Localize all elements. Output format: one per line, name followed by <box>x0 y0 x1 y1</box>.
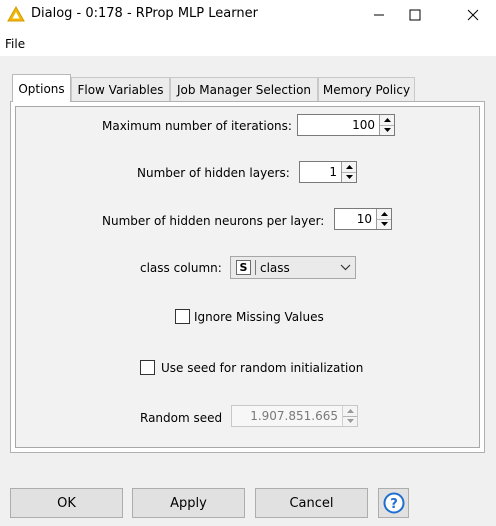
arrow-down-icon <box>380 222 388 227</box>
tab-memory-policy[interactable]: Memory Policy <box>318 77 415 101</box>
increment-button[interactable] <box>377 209 391 219</box>
arrow-up-icon <box>346 408 354 413</box>
cancel-button[interactable]: Cancel <box>255 488 368 518</box>
help-icon: ? <box>383 492 404 514</box>
close-button[interactable] <box>450 0 496 30</box>
menu-bar: File <box>0 30 496 56</box>
arrow-down-icon <box>345 175 353 180</box>
arrow-down-icon <box>383 128 391 133</box>
max-iterations-spinner[interactable]: 100 <box>297 114 395 136</box>
combo-separator <box>255 260 256 275</box>
decrement-button[interactable] <box>342 171 356 182</box>
string-type-icon: S <box>236 260 251 275</box>
arrow-up-icon <box>383 117 391 122</box>
close-icon <box>467 9 479 21</box>
random-seed-spinner[interactable]: 1.907.851.665 <box>231 405 358 427</box>
random-seed-value[interactable]: 1.907.851.665 <box>232 406 342 426</box>
maximize-icon <box>409 9 421 21</box>
class-column-value: class <box>260 260 290 275</box>
random-seed-label: Random seed <box>140 411 223 425</box>
window-title: Dialog - 0:178 - RProp MLP Learner <box>31 6 258 21</box>
tab-job-manager-selection[interactable]: Job Manager Selection <box>170 77 318 101</box>
class-column-select[interactable]: S class <box>230 256 356 279</box>
hidden-layers-label: Number of hidden layers: <box>137 166 290 180</box>
use-seed-checkbox[interactable] <box>140 360 155 375</box>
hidden-neurons-label: Number of hidden neurons per layer: <box>102 214 325 228</box>
chevron-down-icon <box>335 264 355 271</box>
tab-flow-variables[interactable]: Flow Variables <box>71 77 170 101</box>
title-bar: Dialog - 0:178 - RProp MLP Learner <box>0 0 496 30</box>
hidden-neurons-value[interactable]: 10 <box>335 209 376 229</box>
hidden-layers-value[interactable]: 1 <box>300 162 341 182</box>
maximize-button[interactable] <box>392 0 438 30</box>
hidden-neurons-spinner[interactable]: 10 <box>334 208 392 230</box>
help-button[interactable]: ? <box>378 488 409 518</box>
svg-text:?: ? <box>390 497 398 512</box>
use-seed-label[interactable]: Use seed for random initialization <box>161 361 363 375</box>
ignore-missing-label[interactable]: Ignore Missing Values <box>194 310 324 324</box>
decrement-button[interactable] <box>343 415 357 426</box>
apply-button[interactable]: Apply <box>132 488 245 518</box>
minimize-icon <box>374 14 384 16</box>
arrow-up-icon <box>380 211 388 216</box>
ok-button[interactable]: OK <box>10 488 123 518</box>
max-iterations-label: Maximum number of iterations: <box>102 119 292 133</box>
increment-button[interactable] <box>380 115 394 125</box>
hidden-layers-spinner[interactable]: 1 <box>299 161 357 183</box>
increment-button[interactable] <box>342 162 356 172</box>
class-column-label: class column: <box>140 261 222 275</box>
tab-options[interactable]: Options <box>12 74 71 102</box>
ignore-missing-checkbox[interactable] <box>175 309 190 324</box>
increment-button[interactable] <box>343 406 357 416</box>
menu-file[interactable]: File <box>5 37 25 51</box>
max-iterations-value[interactable]: 100 <box>298 115 379 135</box>
app-icon <box>7 6 25 22</box>
arrow-down-icon <box>346 419 354 424</box>
decrement-button[interactable] <box>380 124 394 135</box>
decrement-button[interactable] <box>377 218 391 229</box>
arrow-up-icon <box>345 164 353 169</box>
